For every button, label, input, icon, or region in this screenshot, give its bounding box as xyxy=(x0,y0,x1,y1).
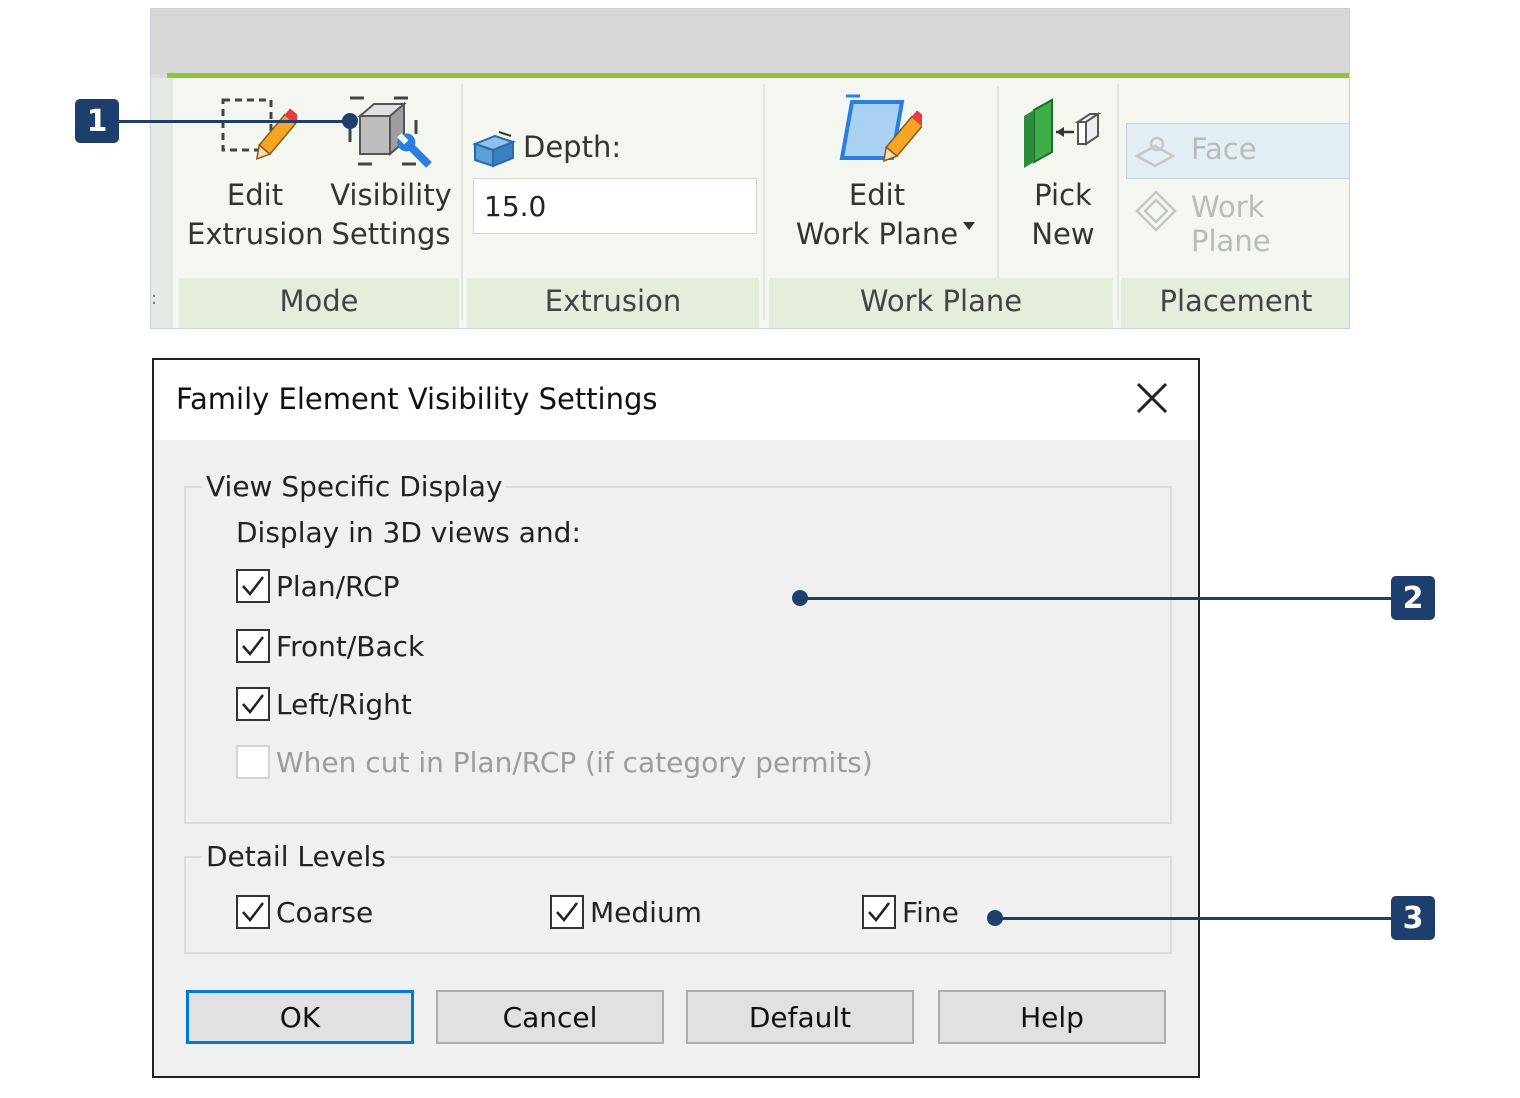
checkmark-icon xyxy=(868,902,890,922)
checkmark-icon xyxy=(242,576,264,596)
callout-badge-2: 2 xyxy=(1391,576,1435,620)
placement-face-label: Face xyxy=(1191,132,1257,166)
ok-button[interactable]: OK xyxy=(186,990,414,1044)
view-specific-display-label: View Specific Display xyxy=(202,470,507,503)
work-plane-placement-icon xyxy=(1135,190,1177,232)
placement-work-plane-label[interactable]: Work Plane xyxy=(1191,190,1349,258)
coarse-label: Coarse xyxy=(276,895,374,929)
checkbox-box[interactable] xyxy=(236,569,270,603)
placement-panel: Face Work Plane Placement xyxy=(151,78,1349,328)
ribbon: : Edit Extrusion Visibility Settings Mod… xyxy=(150,8,1350,329)
medium-checkbox[interactable]: Medium xyxy=(550,892,702,932)
help-button[interactable]: Help xyxy=(938,990,1166,1044)
callout-badge-3: 3 xyxy=(1391,896,1435,940)
front-back-label: Front/Back xyxy=(276,629,425,663)
callout-line-3 xyxy=(995,917,1392,920)
fine-checkbox[interactable]: Fine xyxy=(862,892,959,932)
display-in-3d-label: Display in 3D views and: xyxy=(236,516,581,549)
checkmark-icon xyxy=(242,636,264,656)
medium-label: Medium xyxy=(590,895,702,929)
checkbox-box[interactable] xyxy=(236,629,270,663)
plan-rcp-label: Plan/RCP xyxy=(276,569,400,603)
ribbon-tab-bar xyxy=(151,9,1349,74)
cancel-button[interactable]: Cancel xyxy=(436,990,664,1044)
front-back-checkbox[interactable]: Front/Back xyxy=(236,626,424,666)
checkbox-box-disabled xyxy=(236,745,270,779)
when-cut-label: When cut in Plan/RCP (if category permit… xyxy=(276,745,873,779)
face-icon xyxy=(1135,136,1175,168)
dialog-title: Family Element Visibility Settings xyxy=(176,382,658,416)
callout-line-1 xyxy=(119,120,349,123)
checkmark-icon xyxy=(242,694,264,714)
checkbox-box[interactable] xyxy=(236,895,270,929)
close-icon[interactable] xyxy=(1128,374,1176,422)
checkbox-box[interactable] xyxy=(862,895,896,929)
left-right-label: Left/Right xyxy=(276,687,412,721)
fine-label: Fine xyxy=(902,895,959,929)
dialog-titlebar: Family Element Visibility Settings xyxy=(154,360,1198,440)
left-right-checkbox[interactable]: Left/Right xyxy=(236,684,412,724)
plan-rcp-checkbox[interactable]: Plan/RCP xyxy=(236,566,400,606)
coarse-checkbox[interactable]: Coarse xyxy=(236,892,373,932)
checkbox-box[interactable] xyxy=(550,895,584,929)
placement-panel-title: Placement xyxy=(1121,278,1349,328)
ribbon-body: : Edit Extrusion Visibility Settings Mod… xyxy=(151,78,1349,328)
checkmark-icon xyxy=(242,902,264,922)
callout-line-2 xyxy=(800,597,1392,600)
checkmark-icon xyxy=(556,902,578,922)
default-button[interactable]: Default xyxy=(686,990,914,1044)
callout-badge-1: 1 xyxy=(75,99,119,143)
checkbox-box[interactable] xyxy=(236,687,270,721)
visibility-settings-dialog: Family Element Visibility Settings View … xyxy=(152,358,1200,1078)
callout-dot-1 xyxy=(342,113,358,129)
detail-levels-label: Detail Levels xyxy=(202,840,390,873)
when-cut-checkbox: When cut in Plan/RCP (if category permit… xyxy=(236,742,873,782)
